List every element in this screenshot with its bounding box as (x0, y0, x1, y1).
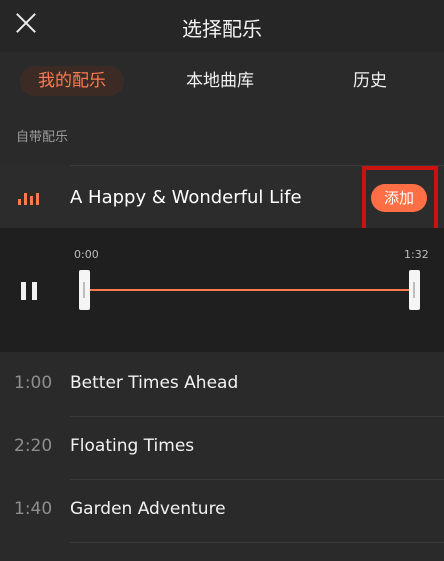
song-title: Floating Times (70, 436, 195, 456)
tab-local-library[interactable]: 本地曲库 (170, 66, 270, 96)
trim-track (86, 289, 414, 291)
divider (70, 542, 444, 543)
page-title: 选择配乐 (182, 17, 262, 41)
song-duration: 1:00 (14, 373, 53, 393)
tab-history[interactable]: 历史 (340, 66, 400, 96)
song-title: Garden Adventure (70, 499, 226, 519)
tab-my-music[interactable]: 我的配乐 (20, 66, 124, 96)
list-item[interactable]: 2:20 Floating Times (0, 417, 444, 480)
tab-bar: 我的配乐 本地曲库 历史 (0, 52, 444, 108)
trim-start-handle[interactable] (79, 270, 90, 310)
header: 选择配乐 (0, 0, 444, 52)
song-duration: 2:20 (14, 436, 53, 456)
add-button[interactable]: 添加 (371, 184, 427, 212)
pause-icon[interactable] (20, 282, 38, 300)
section-label: 自带配乐 (16, 130, 69, 145)
active-track-title: A Happy & Wonderful Life (70, 187, 302, 208)
trim-end-handle[interactable] (409, 270, 420, 310)
song-duration: 1:40 (14, 499, 53, 519)
song-title: Better Times Ahead (70, 373, 239, 393)
equalizer-icon (18, 191, 40, 205)
active-track-row[interactable]: A Happy & Wonderful Life 添加 (0, 166, 444, 236)
trim-player: 0:00 1:32 (0, 228, 444, 352)
start-time: 0:00 (74, 248, 99, 261)
list-item[interactable]: 1:00 Better Times Ahead (0, 354, 444, 417)
end-time: 1:32 (404, 248, 429, 261)
list-item[interactable]: 1:40 Garden Adventure (0, 480, 444, 543)
